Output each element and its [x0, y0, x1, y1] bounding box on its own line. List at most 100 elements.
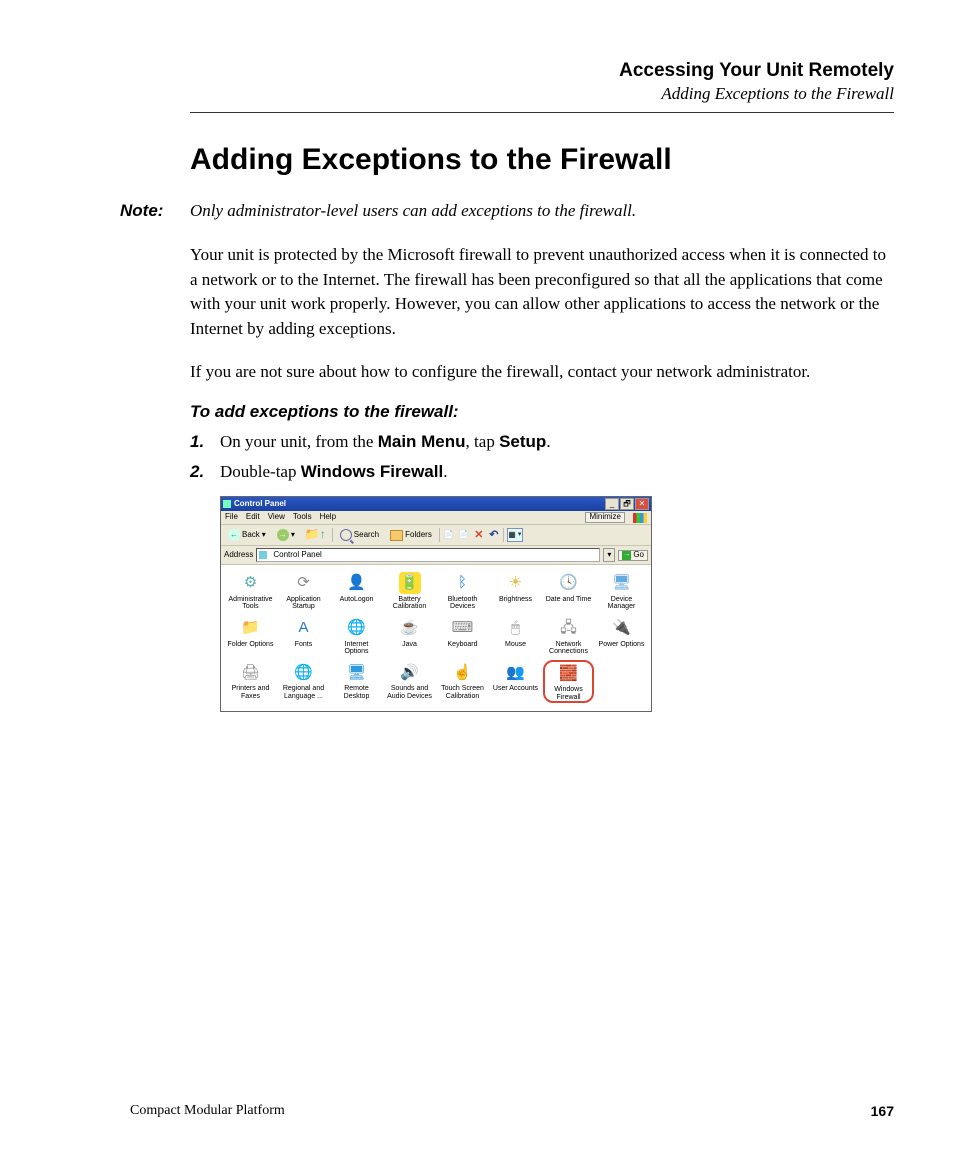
cp-item-mouse[interactable]: 🖱 Mouse [490, 616, 541, 657]
cp-item-fonts[interactable]: A Fonts [278, 616, 329, 657]
cp-item-device-manager[interactable]: 🖥Device Manager [596, 571, 647, 612]
control-panel-icon [259, 551, 267, 559]
chapter-title: Accessing Your Unit Remotely [190, 60, 894, 82]
menu-edit[interactable]: Edit [246, 513, 260, 522]
cp-item-icon: 🖱 [505, 617, 527, 639]
step-1: 1. On your unit, from the Main Menu, tap… [190, 432, 894, 452]
cp-item-icon: ☀ [505, 572, 527, 594]
address-field[interactable]: Control Panel [256, 548, 600, 562]
cp-item-date-and-time[interactable]: 🕓Date and Time [543, 571, 594, 612]
page-title: Adding Exceptions to the Firewall [190, 143, 894, 177]
cp-item-label: Printers and Faxes [227, 685, 275, 700]
toolbar-separator [503, 528, 504, 542]
cp-item-printers-and-faxes[interactable]: 🖨Printers and Faxes [225, 660, 276, 703]
menu-tools[interactable]: Tools [293, 513, 312, 522]
search-icon [340, 529, 352, 541]
cp-item-label: Mouse [505, 641, 526, 648]
move-to-button[interactable]: 📄 [443, 529, 455, 541]
folders-icon [390, 530, 403, 541]
step-text: On your unit, from the Main Menu, tap Se… [220, 432, 551, 452]
delete-button[interactable]: ✕ [473, 529, 485, 541]
cp-item-icon: 🔋 [399, 572, 421, 594]
window-titlebar[interactable]: Control Panel _ 🗗 ✕ [221, 497, 651, 511]
cp-item-label: Remote Desktop [333, 685, 381, 700]
step-number: 2. [190, 462, 220, 482]
toolbar-separator [332, 528, 333, 542]
cp-item-power-options[interactable]: 🔌Power Options [596, 616, 647, 657]
cp-item-icon: 🌐 [293, 661, 315, 683]
menu-bar: File Edit View Tools Help Minimize [221, 511, 651, 525]
search-button[interactable]: Search [336, 527, 383, 543]
section-title: Adding Exceptions to the Firewall [190, 84, 894, 104]
minimize-label-button[interactable]: Minimize [585, 512, 625, 523]
cp-item-regional-and-language[interactable]: 🌐Regional and Language ... [278, 660, 329, 703]
paragraph-2: If you are not sure about how to configu… [190, 360, 894, 385]
window-title: Control Panel [234, 500, 604, 509]
address-dropdown[interactable]: ▾ [603, 548, 615, 562]
menu-view[interactable]: View [268, 513, 285, 522]
menu-file[interactable]: File [225, 513, 238, 522]
cp-item-autologon[interactable]: 👤AutoLogon [331, 571, 382, 612]
close-button[interactable]: ✕ [635, 498, 649, 510]
undo-button[interactable]: ↶ [488, 529, 500, 541]
toolbar-separator [439, 528, 440, 542]
cp-item-label: Power Options [599, 641, 645, 648]
cp-item-battery-calibration[interactable]: 🔋Battery Calibration [384, 571, 435, 612]
back-icon: ← [228, 529, 240, 541]
procedure-title: To add exceptions to the firewall: [190, 402, 894, 422]
go-icon: → [622, 551, 631, 560]
cp-item-icon: 🖥 [346, 661, 368, 683]
address-bar: Address Control Panel ▾ → Go [221, 546, 651, 565]
step-text: Double-tap Windows Firewall. [220, 462, 447, 482]
note-text: Only administrator-level users can add e… [190, 201, 636, 221]
go-button[interactable]: → Go [618, 550, 648, 561]
windows-flag-icon [633, 513, 647, 523]
cp-item-icon: 🧱 [558, 662, 580, 684]
cp-item-java[interactable]: ☕Java [384, 616, 435, 657]
cp-item-icon: 🖧 [558, 617, 580, 639]
cp-item-icon: ᛒ [452, 572, 474, 594]
cp-item-windows-firewall[interactable]: 🧱 Windows Firewall [543, 660, 594, 703]
forward-button[interactable]: → ▾ [273, 527, 299, 543]
step-number: 1. [190, 432, 220, 452]
cp-item-label: Brightness [499, 596, 532, 603]
cp-item-sounds-and-audio-devices[interactable]: 🔊Sounds and Audio Devices [384, 660, 435, 703]
cp-item-remote-desktop[interactable]: 🖥 Remote Desktop [331, 660, 382, 703]
cp-item-label: Application Startup [280, 596, 328, 611]
folders-button[interactable]: Folders [386, 528, 436, 543]
cp-item-icon: ☕ [399, 617, 421, 639]
cp-item-touch-screen-calibration[interactable]: ☝Touch Screen Calibration [437, 660, 488, 703]
cp-item-administrative-tools[interactable]: ⚙Administrative Tools [225, 571, 276, 612]
cp-item-icon: A [293, 617, 315, 639]
cp-item-icon: ⌨ [452, 617, 474, 639]
step-2: 2. Double-tap Windows Firewall. [190, 462, 894, 482]
maximize-button[interactable]: 🗗 [620, 498, 634, 510]
copy-to-button[interactable]: 📄 [458, 529, 470, 541]
views-button[interactable]: ▦ [507, 528, 523, 542]
cp-item-keyboard[interactable]: ⌨Keyboard [437, 616, 488, 657]
up-button[interactable]: 📁↑ [302, 528, 329, 541]
window-icon [223, 500, 231, 508]
cp-item-application-startup[interactable]: ⟳ Application Startup [278, 571, 329, 612]
note-block: Note: Only administrator-level users can… [120, 201, 894, 221]
cp-item-folder-options[interactable]: 📁Folder Options [225, 616, 276, 657]
cp-item-label: Administrative Tools [227, 596, 275, 611]
toolbar: ← Back ▾ → ▾ 📁↑ Search Folders [221, 525, 651, 546]
cp-item-icon: ⟳ [293, 572, 315, 594]
cp-item-label: Network Connections [545, 641, 593, 656]
menu-help[interactable]: Help [320, 513, 336, 522]
cp-item-label: Fonts [295, 641, 313, 648]
cp-item-label: Date and Time [546, 596, 592, 603]
cp-item-internet-options[interactable]: 🌐Internet Options [331, 616, 382, 657]
cp-item-label: Windows Firewall [545, 686, 592, 701]
cp-item-label: Internet Options [333, 641, 381, 656]
minimize-button[interactable]: _ [605, 498, 619, 510]
back-button[interactable]: ← Back ▾ [224, 527, 270, 543]
cp-item-brightness[interactable]: ☀ Brightness [490, 571, 541, 612]
cp-item-icon: 👥 [505, 661, 527, 683]
note-label: Note: [120, 201, 190, 221]
cp-item-bluetooth-devices[interactable]: ᛒBluetooth Devices [437, 571, 488, 612]
cp-item-label: Device Manager [598, 596, 646, 611]
cp-item-user-accounts[interactable]: 👥User Accounts [490, 660, 541, 703]
cp-item-network-connections[interactable]: 🖧 Network Connections [543, 616, 594, 657]
